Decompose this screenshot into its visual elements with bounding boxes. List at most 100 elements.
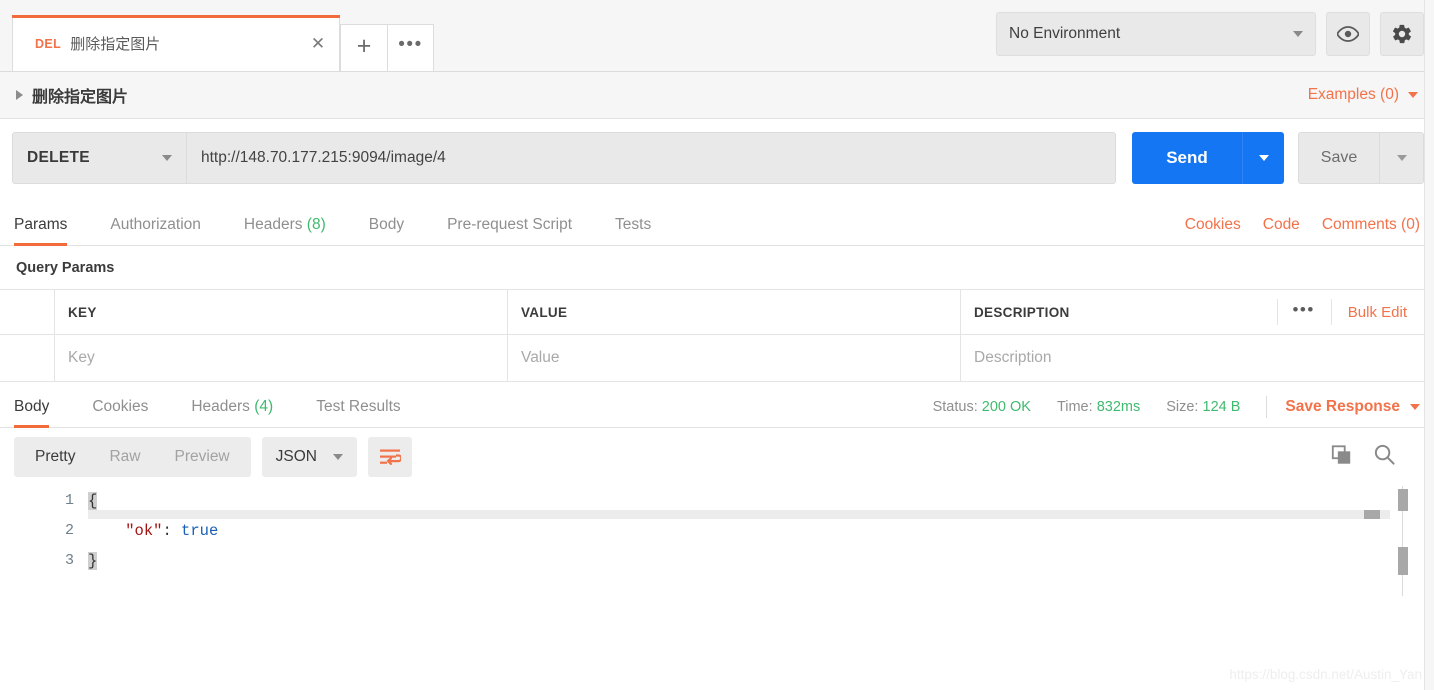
search-button[interactable] [1373, 443, 1396, 471]
chevron-down-icon [162, 155, 172, 161]
tab-body[interactable]: Body [369, 216, 404, 245]
top-bar: DEL 删除指定图片 ✕ + ••• No Environment [0, 0, 1434, 72]
copy-button[interactable] [1330, 444, 1353, 471]
search-icon [1374, 444, 1395, 465]
json-separator: : [162, 522, 182, 540]
tab-authorization[interactable]: Authorization [110, 216, 200, 245]
request-section-tabs: Params Authorization Headers (8) Body Pr… [0, 198, 1434, 246]
http-method-selector[interactable]: DELETE [12, 132, 187, 184]
code-line: "ok": true [88, 516, 1394, 546]
save-options-button[interactable] [1380, 132, 1424, 184]
examples-dropdown[interactable]: Examples (0) [1308, 86, 1418, 104]
status-label: Status: [932, 399, 978, 415]
scrollbar-thumb[interactable] [1398, 547, 1408, 575]
tab-label: Headers [243, 216, 303, 233]
view-mode-preview[interactable]: Preview [158, 437, 247, 477]
query-params-table: KEY VALUE DESCRIPTION ••• Bulk Edit Key … [0, 289, 1434, 382]
copy-icon [1331, 444, 1351, 464]
param-description-input[interactable]: Description [961, 335, 1434, 381]
response-tab-cookies[interactable]: Cookies [92, 398, 148, 427]
request-name-row: 删除指定图片 Examples (0) [0, 72, 1434, 119]
word-wrap-icon [379, 449, 401, 465]
request-tab-method: DEL [35, 36, 62, 51]
code-lines[interactable]: { "ok": true } [88, 486, 1394, 596]
comments-link[interactable]: Comments (0) [1322, 216, 1420, 234]
settings-button[interactable] [1380, 12, 1424, 56]
time-badge: Time: 832ms [1057, 399, 1140, 415]
tab-headers[interactable]: Headers (8) [244, 216, 326, 245]
send-button-group: Send [1132, 132, 1284, 184]
time-label: Time: [1056, 399, 1093, 415]
send-button[interactable]: Send [1132, 132, 1242, 184]
horizontal-scrollbar[interactable] [88, 510, 1390, 519]
environment-selector[interactable]: No Environment [996, 12, 1316, 56]
url-input[interactable]: http://148.70.177.215:9094/image/4 [187, 132, 1116, 184]
response-body-toolbar: Pretty Raw Preview JSON [0, 428, 1434, 486]
tab-options-button[interactable]: ••• [387, 24, 434, 71]
request-tabs-actions: Cookies Code Comments (0) [1185, 216, 1420, 245]
chevron-down-icon [1396, 155, 1407, 161]
tab-tests[interactable]: Tests [615, 216, 651, 245]
page-title: 删除指定图片 [32, 89, 129, 106]
expand-triangle-icon[interactable] [16, 90, 23, 100]
environment-selected-label: No Environment [1009, 25, 1121, 42]
status-badge: Status: 200 OK [933, 399, 1031, 415]
new-tab-button[interactable]: + [340, 24, 387, 71]
param-key-input[interactable]: Key [55, 335, 508, 381]
http-method-label: DELETE [27, 149, 90, 166]
view-mode-raw[interactable]: Raw [92, 437, 157, 477]
param-key-placeholder: Key [68, 349, 95, 366]
tab-pre-request-script[interactable]: Pre-request Script [447, 216, 572, 245]
tab-count: (8) [306, 216, 326, 233]
eye-icon [1337, 26, 1359, 42]
tab-label: Pre-request Script [447, 216, 573, 233]
bulk-edit-button[interactable]: Bulk Edit [1330, 299, 1421, 325]
environment-quick-look-button[interactable] [1326, 12, 1370, 56]
row-checkbox-cell[interactable] [0, 335, 55, 381]
code-link[interactable]: Code [1263, 216, 1300, 234]
word-wrap-button[interactable] [367, 437, 412, 477]
response-tab-test-results[interactable]: Test Results [316, 398, 400, 427]
examples-label: Examples (0) [1307, 86, 1399, 103]
response-tab-headers[interactable]: Headers (4) [191, 398, 273, 427]
scrollbar-thumb[interactable] [1398, 489, 1408, 511]
query-params-title: Query Params [16, 259, 115, 276]
chevron-down-icon [332, 454, 343, 460]
request-tab-strip: DEL 删除指定图片 ✕ + ••• [0, 0, 434, 71]
save-response-button[interactable]: Save Response [1285, 398, 1420, 416]
request-tab[interactable]: DEL 删除指定图片 ✕ [12, 15, 340, 71]
view-mode-pretty[interactable]: Pretty [18, 437, 92, 477]
scrollbar-thumb[interactable] [1364, 510, 1380, 519]
tab-params[interactable]: Params [14, 216, 68, 246]
request-tab-title: 删除指定图片 [70, 36, 161, 53]
table-row: Key Value Description [0, 335, 1434, 382]
line-number: 2 [64, 522, 74, 539]
line-number: 1 [64, 492, 74, 509]
save-button[interactable]: Save [1298, 132, 1380, 184]
code-line: } [88, 546, 1394, 576]
response-body-code[interactable]: 1 2 3 { "ok": true } [0, 486, 1434, 596]
vertical-scrollbar[interactable] [1398, 489, 1408, 589]
tab-label: Params [14, 216, 68, 233]
chevron-down-icon [1293, 31, 1303, 37]
tab-label: Test Results [316, 398, 401, 415]
tab-label: Tests [615, 216, 652, 233]
cookies-link[interactable]: Cookies [1185, 216, 1241, 234]
time-value: 832ms [1096, 399, 1141, 415]
close-icon[interactable]: ✕ [305, 31, 331, 57]
column-header-description: DESCRIPTION [974, 304, 1070, 320]
select-all-cell[interactable] [0, 290, 55, 334]
url-bar: DELETE http://148.70.177.215:9094/image/… [0, 119, 1434, 198]
chevron-down-icon [1408, 92, 1418, 98]
view-mode-group: Pretty Raw Preview [14, 437, 251, 477]
param-value-input[interactable]: Value [508, 335, 961, 381]
chevron-down-icon [1410, 404, 1420, 410]
column-header-description-cell: DESCRIPTION ••• Bulk Edit [961, 290, 1434, 334]
column-header-key: KEY [55, 290, 508, 334]
response-body-actions [1330, 443, 1420, 471]
send-options-button[interactable] [1242, 132, 1284, 184]
table-options-icon[interactable]: ••• [1277, 299, 1328, 325]
response-format-selector[interactable]: JSON [261, 437, 357, 477]
response-tab-body[interactable]: Body [14, 398, 50, 428]
chevron-down-icon [1258, 155, 1269, 161]
